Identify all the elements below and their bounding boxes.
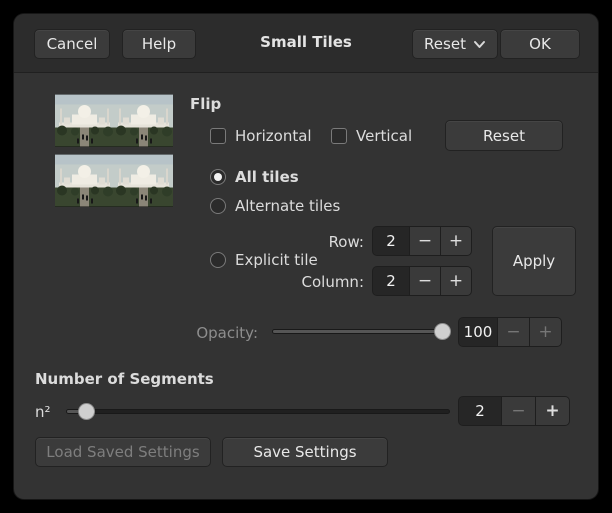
plus-icon: +: [538, 322, 552, 342]
row-value[interactable]: 2: [373, 227, 409, 255]
dialog-title: Small Tiles: [260, 33, 352, 51]
segments-heading: Number of Segments: [35, 370, 214, 388]
n-squared-label: n²: [35, 403, 51, 421]
segments-decrement-button[interactable]: −: [501, 397, 535, 425]
segments-value[interactable]: 2: [459, 397, 501, 425]
tile-preview-row-1: [55, 94, 173, 147]
column-value[interactable]: 2: [373, 267, 409, 295]
opacity-slider-fill: [273, 330, 443, 333]
radio-selected-icon[interactable]: [210, 169, 226, 185]
preview-image: [55, 154, 114, 207]
tile-preview-row-2: [55, 154, 173, 207]
load-saved-settings-button[interactable]: Load Saved Settings: [35, 437, 211, 467]
column-decrement-button[interactable]: −: [409, 267, 440, 295]
radio-icon[interactable]: [210, 198, 226, 214]
radio-explicit-tile[interactable]: Explicit tile: [210, 251, 318, 269]
column-increment-button[interactable]: +: [440, 267, 471, 295]
opacity-decrement-button[interactable]: −: [497, 318, 529, 346]
all-tiles-label: All tiles: [235, 168, 299, 186]
minus-icon: −: [418, 271, 432, 291]
alternate-tiles-label: Alternate tiles: [235, 197, 340, 215]
row-spinbutton[interactable]: 2 − +: [372, 226, 472, 256]
minus-icon: −: [511, 401, 525, 421]
checkbox-icon[interactable]: [210, 128, 226, 144]
opacity-spinbutton[interactable]: 100 − +: [458, 317, 562, 347]
column-label: Column:: [294, 273, 364, 291]
row-increment-button[interactable]: +: [440, 227, 471, 255]
opacity-increment-button[interactable]: +: [529, 318, 561, 346]
segments-slider-handle[interactable]: [78, 403, 95, 420]
segments-increment-button[interactable]: +: [535, 397, 569, 425]
vertical-label: Vertical: [356, 127, 412, 145]
row-label: Row:: [294, 233, 364, 251]
reset-menu-button[interactable]: Reset: [412, 29, 498, 59]
preview-image: [55, 94, 114, 147]
radio-alternate-tiles[interactable]: Alternate tiles: [210, 197, 340, 215]
opacity-label: Opacity:: [158, 324, 258, 342]
save-settings-button[interactable]: Save Settings: [222, 437, 388, 467]
opacity-slider[interactable]: [272, 329, 450, 334]
help-button[interactable]: Help: [122, 29, 196, 59]
flip-heading: Flip: [190, 95, 221, 113]
column-spinbutton[interactable]: 2 − +: [372, 266, 472, 296]
radio-icon[interactable]: [210, 252, 226, 268]
minus-icon: −: [418, 231, 432, 251]
flip-reset-button[interactable]: Reset: [445, 120, 563, 151]
plus-icon: +: [545, 401, 559, 421]
row-decrement-button[interactable]: −: [409, 227, 440, 255]
cancel-button[interactable]: Cancel: [34, 29, 110, 59]
preview-image: [114, 94, 173, 147]
chevron-down-icon: [473, 40, 486, 49]
segments-slider[interactable]: [66, 409, 450, 414]
opacity-value[interactable]: 100: [459, 318, 497, 346]
titlebar: Cancel Help Small Tiles Reset OK: [14, 14, 598, 73]
small-tiles-dialog: Cancel Help Small Tiles Reset OK Flip Ho…: [14, 14, 598, 499]
explicit-tile-label: Explicit tile: [235, 251, 318, 269]
ok-button[interactable]: OK: [500, 29, 580, 59]
apply-button[interactable]: Apply: [492, 226, 576, 296]
reset-menu-label: Reset: [424, 35, 466, 53]
horizontal-checkbox[interactable]: Horizontal: [210, 127, 312, 145]
segments-spinbutton[interactable]: 2 − +: [458, 396, 570, 426]
radio-all-tiles[interactable]: All tiles: [210, 168, 299, 186]
preview-image: [114, 154, 173, 207]
vertical-checkbox[interactable]: Vertical: [331, 127, 412, 145]
opacity-slider-handle[interactable]: [434, 323, 451, 340]
horizontal-label: Horizontal: [235, 127, 312, 145]
plus-icon: +: [449, 231, 463, 251]
plus-icon: +: [449, 271, 463, 291]
minus-icon: −: [506, 322, 520, 342]
checkbox-icon[interactable]: [331, 128, 347, 144]
